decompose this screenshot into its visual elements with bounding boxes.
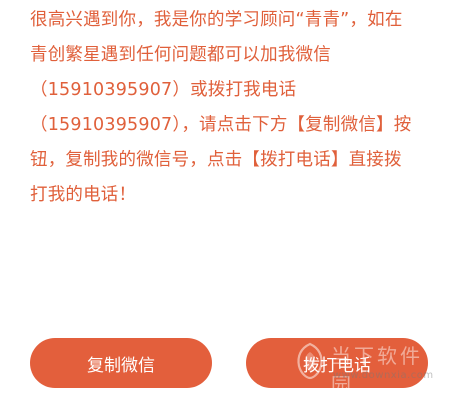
copy-wechat-label: 复制微信 xyxy=(87,355,155,376)
call-phone-label: 拨打电话 xyxy=(303,355,371,376)
copy-wechat-button[interactable]: 复制微信 xyxy=(30,338,212,388)
message-line: 很高兴遇到你，我是你的学习顾问“青青”，如在 xyxy=(30,10,403,30)
message-line: （15910395907）或拨打我电话 xyxy=(30,80,297,100)
advisor-message: 很高兴遇到你，我是你的学习顾问“青青”，如在 青创繁星遇到任何问题都可以加我微信… xyxy=(30,0,432,213)
message-line: 钮，复制我的微信号，点击【拨打电话】直接拨 xyxy=(30,150,402,170)
message-line: （15910395907），请点击下方【复制微信】按 xyxy=(30,115,412,135)
message-line: 青创繁星遇到任何问题都可以加我微信 xyxy=(30,45,331,65)
message-line: 打我的电话！ xyxy=(30,185,137,205)
call-phone-button[interactable]: 拨打电话 xyxy=(246,338,428,388)
